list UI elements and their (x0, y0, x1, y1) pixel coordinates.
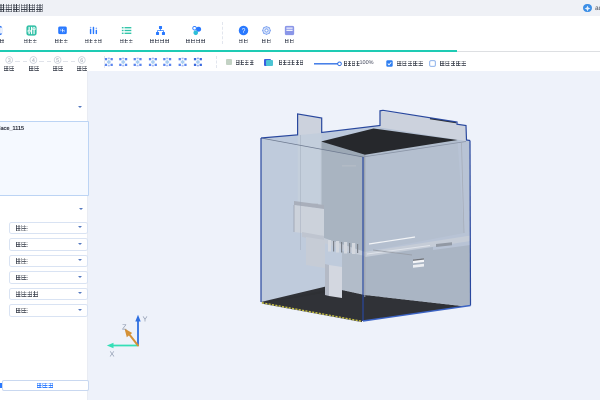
svg-text:Z: Z (122, 323, 127, 332)
svg-text:X: X (110, 350, 115, 359)
svg-text:Y: Y (143, 315, 148, 324)
